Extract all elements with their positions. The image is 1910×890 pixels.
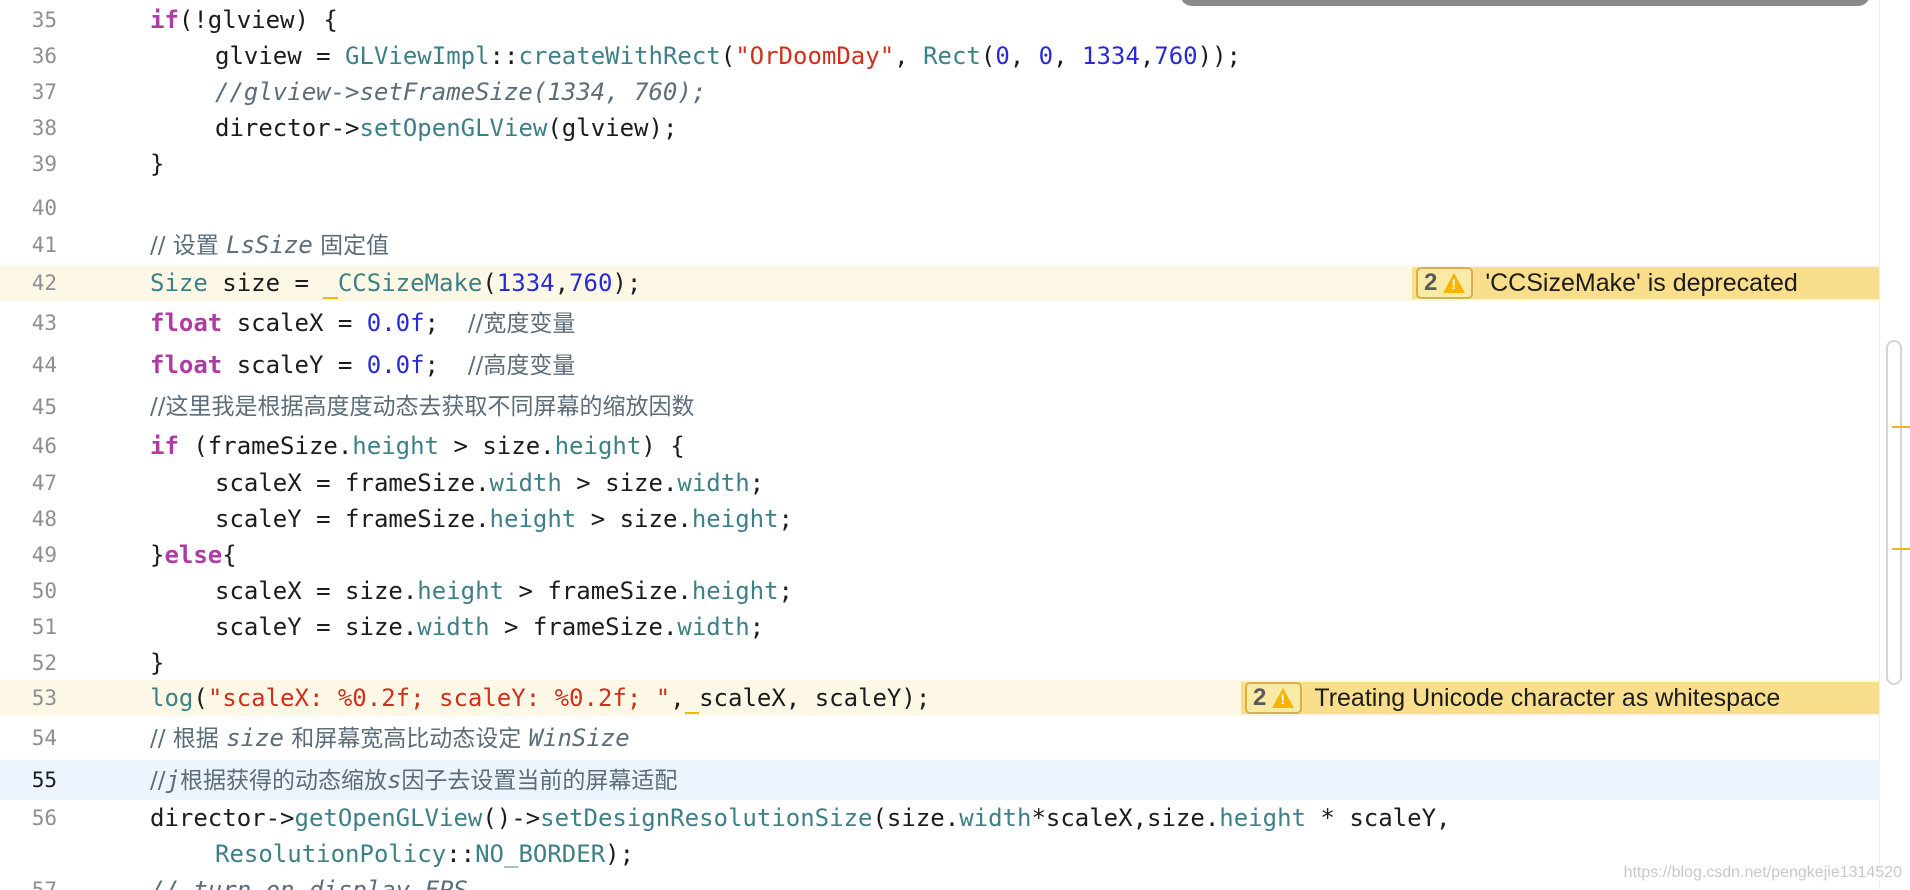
code-line[interactable]: 56 director->getOpenGLView()->setDesignR… xyxy=(0,800,1880,836)
line-number: 48 xyxy=(31,507,57,531)
line-number: 45 xyxy=(31,395,57,419)
code-text: } xyxy=(150,649,165,677)
warning-triangle-icon xyxy=(1272,688,1295,708)
line-number: 56 xyxy=(31,806,57,830)
code-line[interactable]: 45 //这里我是根据高度度动态去获取不同屏幕的缩放因数 xyxy=(0,389,1880,425)
code-line[interactable]: 43 float scaleX = 0.0f; //宽度变量 xyxy=(0,305,1880,341)
code-line[interactable]: 44 float scaleY = 0.0f; //高度变量 xyxy=(0,347,1880,383)
code-text: scaleY = frameSize.height > size.height; xyxy=(215,505,793,533)
code-text: } xyxy=(150,150,165,178)
line-number: 55 xyxy=(31,768,57,792)
line-number: 46 xyxy=(31,434,57,458)
code-text: if (frameSize.height > size.height) { xyxy=(150,432,685,460)
line-number: 38 xyxy=(31,116,57,140)
code-line[interactable]: 52 } xyxy=(0,645,1880,681)
warning-triangle-icon xyxy=(1443,273,1466,293)
code-line-wrapped[interactable]: ResolutionPolicy::NO_BORDER); xyxy=(0,836,1880,872)
code-comment: //j根据获得的动态缩放s因子去设置当前的屏幕适配 xyxy=(150,766,678,794)
line-number: 57 xyxy=(31,878,57,890)
code-line[interactable]: 49 }else{ xyxy=(0,537,1880,573)
line-number: 49 xyxy=(31,543,57,567)
code-comment: //glview->setFrameSize(1334, 760); xyxy=(215,78,707,106)
code-editor[interactable]: 35 if(!glview) { 36 glview = GLViewImpl:… xyxy=(0,0,1880,890)
warning-marker[interactable] xyxy=(1892,426,1910,428)
code-line[interactable]: 41 // 设置 LsSize 固定值 xyxy=(0,227,1880,263)
code-line[interactable]: 37 //glview->setFrameSize(1334, 760); xyxy=(0,74,1880,110)
code-text: ResolutionPolicy::NO_BORDER); xyxy=(215,840,635,868)
code-text: glview = GLViewImpl::createWithRect("OrD… xyxy=(215,42,1241,70)
code-line[interactable]: 57 // turn on display FPS xyxy=(0,872,1880,890)
line-number: 37 xyxy=(31,80,57,104)
vertical-scrollbar[interactable] xyxy=(1879,0,1910,890)
code-text: log("scaleX: %0.2f; scaleY: %0.2f; ", sc… xyxy=(150,684,931,714)
scroll-thumb[interactable] xyxy=(1886,340,1902,685)
code-line[interactable]: 38 director->setOpenGLView(glview); xyxy=(0,110,1880,146)
code-line[interactable]: 46 if (frameSize.height > size.height) { xyxy=(0,428,1880,464)
code-line[interactable]: 36 glview = GLViewImpl::createWithRect("… xyxy=(0,38,1880,74)
warning-message: Treating Unicode character as whitespace xyxy=(1314,683,1781,712)
code-comment: // turn on display FPS xyxy=(150,876,468,890)
code-text: float scaleY = 0.0f; //高度变量 xyxy=(150,351,576,379)
code-text: director->setOpenGLView(glview); xyxy=(215,114,678,142)
code-text: float scaleX = 0.0f; //宽度变量 xyxy=(150,309,576,337)
line-number: 43 xyxy=(31,311,57,335)
line-number: 52 xyxy=(31,651,57,675)
watermark-text: https://blog.csdn.net/pengkejie1314520 xyxy=(1623,864,1902,881)
code-text: director->getOpenGLView()->setDesignReso… xyxy=(150,804,1451,832)
code-text: scaleX = size.height > frameSize.height; xyxy=(215,577,793,605)
line-number: 54 xyxy=(31,726,57,750)
warning-marker[interactable] xyxy=(1892,548,1910,550)
warning-banner[interactable]: 2 'CCSizeMake' is deprecated xyxy=(1412,267,1880,299)
code-line[interactable]: 54 // 根据 size 和屏幕宽高比动态设定 WinSize xyxy=(0,720,1880,756)
line-number: 36 xyxy=(31,44,57,68)
warning-count-badge[interactable]: 2 xyxy=(1416,267,1474,299)
line-number: 50 xyxy=(31,579,57,603)
code-comment: // 根据 size 和屏幕宽高比动态设定 WinSize xyxy=(150,724,630,752)
line-number: 53 xyxy=(31,686,57,710)
line-number: 51 xyxy=(31,615,57,639)
warning-banner[interactable]: 2 Treating Unicode character as whitespa… xyxy=(1241,682,1880,714)
line-number: 40 xyxy=(31,196,57,220)
line-number: 39 xyxy=(31,152,57,176)
code-line[interactable]: 50 scaleX = size.height > frameSize.heig… xyxy=(0,573,1880,609)
warning-message: 'CCSizeMake' is deprecated xyxy=(1485,268,1798,297)
line-number: 42 xyxy=(31,271,57,295)
line-number: 44 xyxy=(31,353,57,377)
code-line[interactable]: 40 xyxy=(0,190,1880,226)
line-number: 35 xyxy=(31,8,57,32)
code-line[interactable]: 47 scaleX = frameSize.width > size.width… xyxy=(0,465,1880,501)
code-text: }else{ xyxy=(150,541,237,569)
line-number: 47 xyxy=(31,471,57,495)
code-line[interactable]: 39 } xyxy=(0,146,1880,182)
code-comment: // 设置 LsSize 固定值 xyxy=(150,231,390,259)
code-text: Size size = CCSizeMake(1334,760); xyxy=(150,269,642,299)
code-line[interactable]: 35 if(!glview) { xyxy=(0,2,1880,38)
warning-count-badge[interactable]: 2 xyxy=(1245,682,1303,714)
code-comment: //这里我是根据高度度动态去获取不同屏幕的缩放因数 xyxy=(150,394,695,420)
line-number: 41 xyxy=(31,233,57,257)
code-line-warning[interactable]: 53 log("scaleX: %0.2f; scaleY: %0.2f; ",… xyxy=(0,680,1880,716)
code-line[interactable]: 51 scaleY = size.width > frameSize.width… xyxy=(0,609,1880,645)
code-text: if(!glview) { xyxy=(150,6,338,34)
code-line-warning[interactable]: 42 Size size = CCSizeMake(1334,760); 2 '… xyxy=(0,265,1880,301)
code-text: scaleY = size.width > frameSize.width; xyxy=(215,613,765,641)
code-line[interactable]: 48 scaleY = frameSize.height > size.heig… xyxy=(0,501,1880,537)
code-text: scaleX = frameSize.width > size.width; xyxy=(215,469,765,497)
code-line-current[interactable]: 55 //j根据获得的动态缩放s因子去设置当前的屏幕适配 xyxy=(0,760,1880,800)
